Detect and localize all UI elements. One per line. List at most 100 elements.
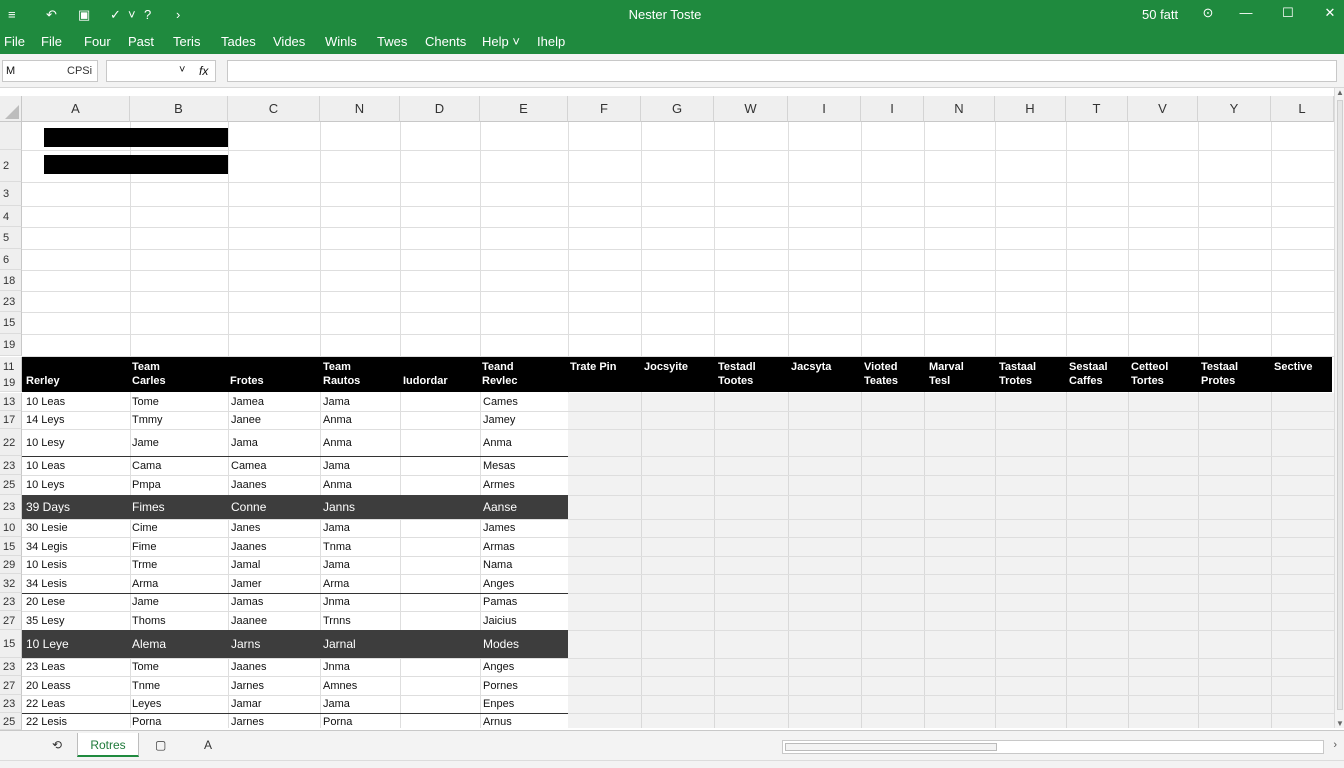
- table-cell[interactable]: Thoms: [132, 615, 224, 627]
- table-cell[interactable]: Jame: [132, 437, 224, 449]
- table-cell[interactable]: Jaicius: [483, 615, 565, 627]
- table-cell[interactable]: Pornes: [483, 680, 565, 692]
- table-cell[interactable]: Anma: [323, 414, 397, 426]
- row-header[interactable]: 10: [0, 519, 22, 537]
- table-cell[interactable]: Nama: [483, 559, 565, 571]
- table-cell[interactable]: Jarnes: [231, 716, 317, 728]
- row-header[interactable]: 29: [0, 556, 22, 574]
- table-cell[interactable]: Porna: [323, 716, 397, 728]
- row-header[interactable]: [0, 122, 22, 150]
- table-cell[interactable]: Janee: [231, 414, 317, 426]
- table-cell[interactable]: Jnma: [323, 596, 397, 608]
- table-cell[interactable]: Anma: [483, 437, 565, 449]
- row-header[interactable]: 23: [0, 291, 22, 312]
- column-header[interactable]: B: [130, 96, 228, 122]
- table-cell[interactable]: Jarnes: [231, 680, 317, 692]
- table-cell[interactable]: 30 Lesie: [26, 522, 128, 534]
- table-cell[interactable]: Pmpa: [132, 479, 224, 491]
- table-cell[interactable]: Jame: [132, 596, 224, 608]
- table-cell[interactable]: Jamal: [231, 559, 317, 571]
- table-cell[interactable]: Alema: [132, 638, 224, 650]
- table-cell[interactable]: 10 Lesis: [26, 559, 128, 571]
- sheet-nav-icon[interactable]: ⟲: [52, 738, 62, 752]
- table-cell[interactable]: Jaanee: [231, 615, 317, 627]
- table-cell[interactable]: Arnus: [483, 716, 565, 728]
- row-header[interactable]: 23: [0, 593, 22, 611]
- horizontal-scroll-thumb[interactable]: [785, 743, 997, 751]
- select-all-corner[interactable]: [0, 96, 22, 122]
- row-header[interactable]: 18: [0, 270, 22, 291]
- table-cell[interactable]: 10 Leas: [26, 396, 128, 408]
- table-cell[interactable]: Fime: [132, 541, 224, 553]
- table-cell[interactable]: Cime: [132, 522, 224, 534]
- row-header[interactable]: 23: [0, 495, 22, 519]
- table-cell[interactable]: Tnme: [132, 680, 224, 692]
- table-cell[interactable]: Anges: [483, 661, 565, 673]
- table-cell[interactable]: Jaanes: [231, 661, 317, 673]
- scroll-right-icon[interactable]: ›: [1333, 739, 1337, 751]
- table-cell[interactable]: 23 Leas: [26, 661, 128, 673]
- table-cell[interactable]: 14 Leys: [26, 414, 128, 426]
- table-cell[interactable]: Jama: [323, 396, 397, 408]
- table-cell[interactable]: Jamey: [483, 414, 565, 426]
- row-header[interactable]: 22: [0, 429, 22, 456]
- table-cell[interactable]: 22 Lesis: [26, 716, 128, 728]
- row-header[interactable]: 15: [0, 630, 22, 658]
- column-header[interactable]: C: [228, 96, 320, 122]
- table-cell[interactable]: Jamar: [231, 698, 317, 710]
- column-header[interactable]: A: [22, 96, 130, 122]
- table-cell[interactable]: Enpes: [483, 698, 565, 710]
- column-header[interactable]: D: [400, 96, 480, 122]
- table-cell[interactable]: Anma: [323, 479, 397, 491]
- row-header[interactable]: 32: [0, 574, 22, 593]
- table-cell[interactable]: Tnma: [323, 541, 397, 553]
- table-cell[interactable]: Leyes: [132, 698, 224, 710]
- column-header[interactable]: I: [788, 96, 861, 122]
- column-header[interactable]: N: [924, 96, 995, 122]
- table-cell[interactable]: Arma: [132, 578, 224, 590]
- table-cell[interactable]: Pamas: [483, 596, 565, 608]
- column-header[interactable]: H: [995, 96, 1066, 122]
- table-cell[interactable]: 10 Leas: [26, 460, 128, 472]
- table-cell[interactable]: 39 Days: [26, 501, 128, 513]
- table-cell[interactable]: Modes: [483, 638, 565, 650]
- row-header[interactable]: 19: [0, 334, 22, 356]
- column-header[interactable]: G: [641, 96, 714, 122]
- column-header[interactable]: V: [1128, 96, 1198, 122]
- table-cell[interactable]: Anges: [483, 578, 565, 590]
- table-cell[interactable]: Aanse: [483, 501, 565, 513]
- table-cell[interactable]: Armes: [483, 479, 565, 491]
- table-cell[interactable]: 34 Legis: [26, 541, 128, 553]
- new-sheet-icon[interactable]: ▢: [155, 738, 166, 752]
- row-header[interactable]: 23: [0, 695, 22, 713]
- row-header[interactable]: 2: [0, 150, 22, 182]
- column-header[interactable]: L: [1271, 96, 1334, 122]
- row-header[interactable]: 11 19: [0, 357, 22, 392]
- row-header[interactable]: 23: [0, 456, 22, 475]
- table-cell[interactable]: Jama: [323, 522, 397, 534]
- table-cell[interactable]: 10 Leye: [26, 638, 128, 650]
- table-cell[interactable]: Armas: [483, 541, 565, 553]
- table-cell[interactable]: 10 Leys: [26, 479, 128, 491]
- table-cell[interactable]: Jama: [231, 437, 317, 449]
- table-cell[interactable]: Jaanes: [231, 479, 317, 491]
- row-header[interactable]: 27: [0, 676, 22, 695]
- sheet-option-icon[interactable]: A: [204, 738, 212, 752]
- horizontal-scrollbar[interactable]: ›: [782, 739, 1337, 754]
- table-cell[interactable]: 35 Lesy: [26, 615, 128, 627]
- row-header[interactable]: 27: [0, 611, 22, 630]
- row-header[interactable]: 15: [0, 537, 22, 556]
- table-cell[interactable]: Jama: [323, 559, 397, 571]
- scroll-down-icon[interactable]: ▼: [1336, 719, 1344, 728]
- table-cell[interactable]: Arma: [323, 578, 397, 590]
- row-header[interactable]: 15: [0, 312, 22, 334]
- row-header[interactable]: 23: [0, 658, 22, 676]
- table-cell[interactable]: Trme: [132, 559, 224, 571]
- table-cell[interactable]: Jamer: [231, 578, 317, 590]
- table-cell[interactable]: James: [483, 522, 565, 534]
- row-header[interactable]: 13: [0, 393, 22, 411]
- table-cell[interactable]: Tome: [132, 661, 224, 673]
- table-cell[interactable]: 22 Leas: [26, 698, 128, 710]
- table-cell[interactable]: Jarnal: [323, 638, 397, 650]
- column-header[interactable]: N: [320, 96, 400, 122]
